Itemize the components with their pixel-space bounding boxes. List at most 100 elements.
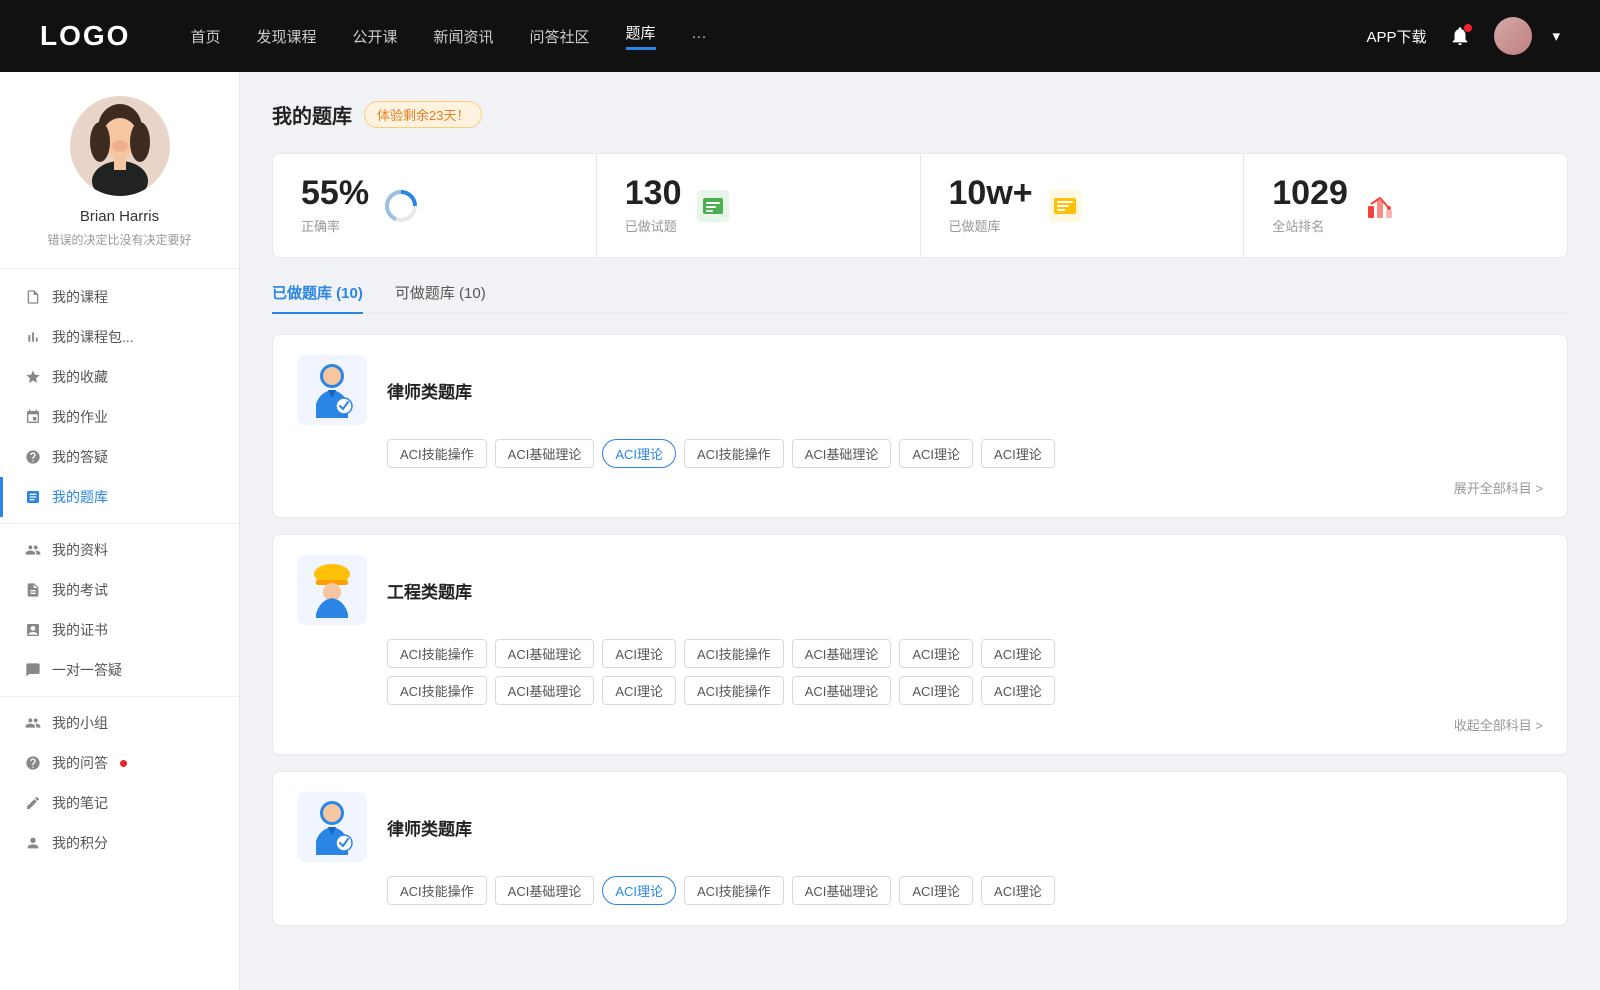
qbank-icon-engineer [297, 555, 367, 625]
app-download-link[interactable]: APP下载 [1366, 26, 1426, 47]
qbank-tags-2-row2: ACI技能操作 ACI基础理论 ACI理论 ACI技能操作 ACI基础理论 AC… [387, 676, 1543, 705]
sidebar-item-notes[interactable]: 我的笔记 [0, 783, 239, 823]
tag-2-2-2[interactable]: ACI基础理论 [495, 676, 595, 705]
qbank-card-lawyer-2: 律师类题库 ACI技能操作 ACI基础理论 ACI理论 ACI技能操作 ACI基… [272, 771, 1568, 926]
tag-1-6[interactable]: ACI理论 [899, 439, 973, 468]
sidebar-label-qbank: 我的题库 [52, 487, 108, 507]
navbar-right: APP下载 ▾ [1366, 17, 1560, 55]
tag-1-2[interactable]: ACI基础理论 [495, 439, 595, 468]
sidebar: Brian Harris 错误的决定比没有决定要好 我的课程 我的课程包... [0, 72, 240, 990]
question-icon [24, 448, 42, 466]
ranking-icon [1362, 188, 1398, 224]
sidebar-item-points[interactable]: 我的积分 [0, 823, 239, 863]
sidebar-item-questions[interactable]: 我的答疑 [0, 437, 239, 477]
stat-done-questions: 130 已做试题 [597, 154, 921, 257]
collapse-link-2[interactable]: 收起全部科目 > [297, 715, 1543, 734]
points-icon [24, 834, 42, 852]
stat-done-questions-label: 已做试题 [625, 216, 682, 235]
sidebar-item-profile[interactable]: 我的资料 [0, 530, 239, 570]
nav-opencourse[interactable]: 公开课 [352, 26, 397, 47]
sidebar-item-qbank[interactable]: 我的题库 [0, 477, 239, 517]
certificate-icon [24, 621, 42, 639]
tab-available-banks[interactable]: 可做题库 (10) [395, 282, 486, 313]
tag-1-7[interactable]: ACI理论 [981, 439, 1055, 468]
tag-2-2-4[interactable]: ACI技能操作 [684, 676, 784, 705]
qbank-tags-3: ACI技能操作 ACI基础理论 ACI理论 ACI技能操作 ACI基础理论 AC… [387, 876, 1543, 905]
tag-2-2-7[interactable]: ACI理论 [981, 676, 1055, 705]
tag-2-1-6[interactable]: ACI理论 [899, 639, 973, 668]
tag-1-4[interactable]: ACI技能操作 [684, 439, 784, 468]
profile-icon [24, 541, 42, 559]
tag-2-2-5[interactable]: ACI基础理论 [792, 676, 892, 705]
tag-2-1-3[interactable]: ACI理论 [602, 639, 676, 668]
tag-1-3[interactable]: ACI理论 [602, 439, 676, 468]
trial-badge: 体验剩余23天！ [364, 101, 482, 128]
tag-3-2[interactable]: ACI基础理论 [495, 876, 595, 905]
sidebar-profile: Brian Harris 错误的决定比没有决定要好 [0, 96, 239, 269]
qbank-card-header-3: 律师类题库 [297, 792, 1543, 862]
sidebar-item-group[interactable]: 我的小组 [0, 703, 239, 743]
nav-discover[interactable]: 发现课程 [256, 26, 316, 47]
notes-icon [24, 794, 42, 812]
tag-1-1[interactable]: ACI技能操作 [387, 439, 487, 468]
nav-qa[interactable]: 问答社区 [530, 26, 590, 47]
expand-link-1[interactable]: 展开全部科目 > [297, 478, 1543, 497]
done-questions-icon [695, 188, 731, 224]
tag-1-5[interactable]: ACI基础理论 [792, 439, 892, 468]
user-menu-arrow[interactable]: ▾ [1552, 27, 1560, 45]
sidebar-item-homework[interactable]: 我的作业 [0, 397, 239, 437]
tag-2-1-2[interactable]: ACI基础理论 [495, 639, 595, 668]
tag-3-4[interactable]: ACI技能操作 [684, 876, 784, 905]
tag-3-3[interactable]: ACI理论 [602, 876, 676, 905]
tag-2-1-1[interactable]: ACI技能操作 [387, 639, 487, 668]
qbank-card-header-2: 工程类题库 [297, 555, 1543, 625]
qbank-icon-lawyer [297, 355, 367, 425]
oneonone-icon [24, 661, 42, 679]
tag-3-5[interactable]: ACI基础理论 [792, 876, 892, 905]
stat-done-banks-label: 已做题库 [949, 216, 1033, 235]
avatar-illustration [70, 96, 170, 196]
tag-3-1[interactable]: ACI技能操作 [387, 876, 487, 905]
sidebar-label-group: 我的小组 [52, 713, 108, 733]
tag-3-6[interactable]: ACI理论 [899, 876, 973, 905]
tag-2-1-5[interactable]: ACI基础理论 [792, 639, 892, 668]
profile-avatar [70, 96, 170, 196]
qbank-card-header-1: 律师类题库 [297, 355, 1543, 425]
sidebar-item-exam[interactable]: 我的考试 [0, 570, 239, 610]
qbank-title-1: 律师类题库 [387, 378, 472, 403]
qbank-icon-lawyer-2 [297, 792, 367, 862]
stats-row: 55% 正确率 130 已做试题 [272, 153, 1568, 258]
sidebar-item-my-courses[interactable]: 我的课程 [0, 277, 239, 317]
qbank-title-3: 律师类题库 [387, 815, 472, 840]
tabs-bar: 已做题库 (10) 可做题库 (10) [272, 282, 1568, 314]
qbank-tags-2-row1: ACI技能操作 ACI基础理论 ACI理论 ACI技能操作 ACI基础理论 AC… [387, 639, 1543, 668]
stat-accuracy-label: 正确率 [301, 216, 369, 235]
sidebar-label-exam: 我的考试 [52, 580, 108, 600]
stat-ranking: 1029 全站排名 [1244, 154, 1567, 257]
nav-more[interactable]: ··· [692, 28, 707, 45]
stat-accuracy-value: 55% [301, 176, 369, 210]
notification-bell[interactable] [1446, 22, 1474, 50]
nav-qbank[interactable]: 题库 [626, 22, 656, 50]
tag-2-2-3[interactable]: ACI理论 [602, 676, 676, 705]
page-header: 我的题库 体验剩余23天！ [272, 100, 1568, 129]
tag-2-1-7[interactable]: ACI理论 [981, 639, 1055, 668]
sidebar-item-course-pack[interactable]: 我的课程包... [0, 317, 239, 357]
tag-2-1-4[interactable]: ACI技能操作 [684, 639, 784, 668]
sidebar-item-favorites[interactable]: 我的收藏 [0, 357, 239, 397]
sidebar-label-certificate: 我的证书 [52, 620, 108, 640]
user-avatar[interactable] [1494, 17, 1532, 55]
nav-news[interactable]: 新闻资讯 [434, 26, 494, 47]
tag-3-7[interactable]: ACI理论 [981, 876, 1055, 905]
tab-done-banks[interactable]: 已做题库 (10) [272, 282, 363, 313]
stat-done-banks: 10w+ 已做题库 [921, 154, 1245, 257]
sidebar-label-oneonone: 一对一答疑 [52, 660, 122, 680]
sidebar-item-certificate[interactable]: 我的证书 [0, 610, 239, 650]
tag-2-2-6[interactable]: ACI理论 [899, 676, 973, 705]
stat-ranking-label: 全站排名 [1272, 216, 1348, 235]
accuracy-chart-icon [383, 188, 419, 224]
sidebar-item-my-qa[interactable]: 我的问答 [0, 743, 239, 783]
nav-home[interactable]: 首页 [190, 26, 220, 47]
tag-2-2-1[interactable]: ACI技能操作 [387, 676, 487, 705]
sidebar-item-one-on-one[interactable]: 一对一答疑 [0, 650, 239, 690]
